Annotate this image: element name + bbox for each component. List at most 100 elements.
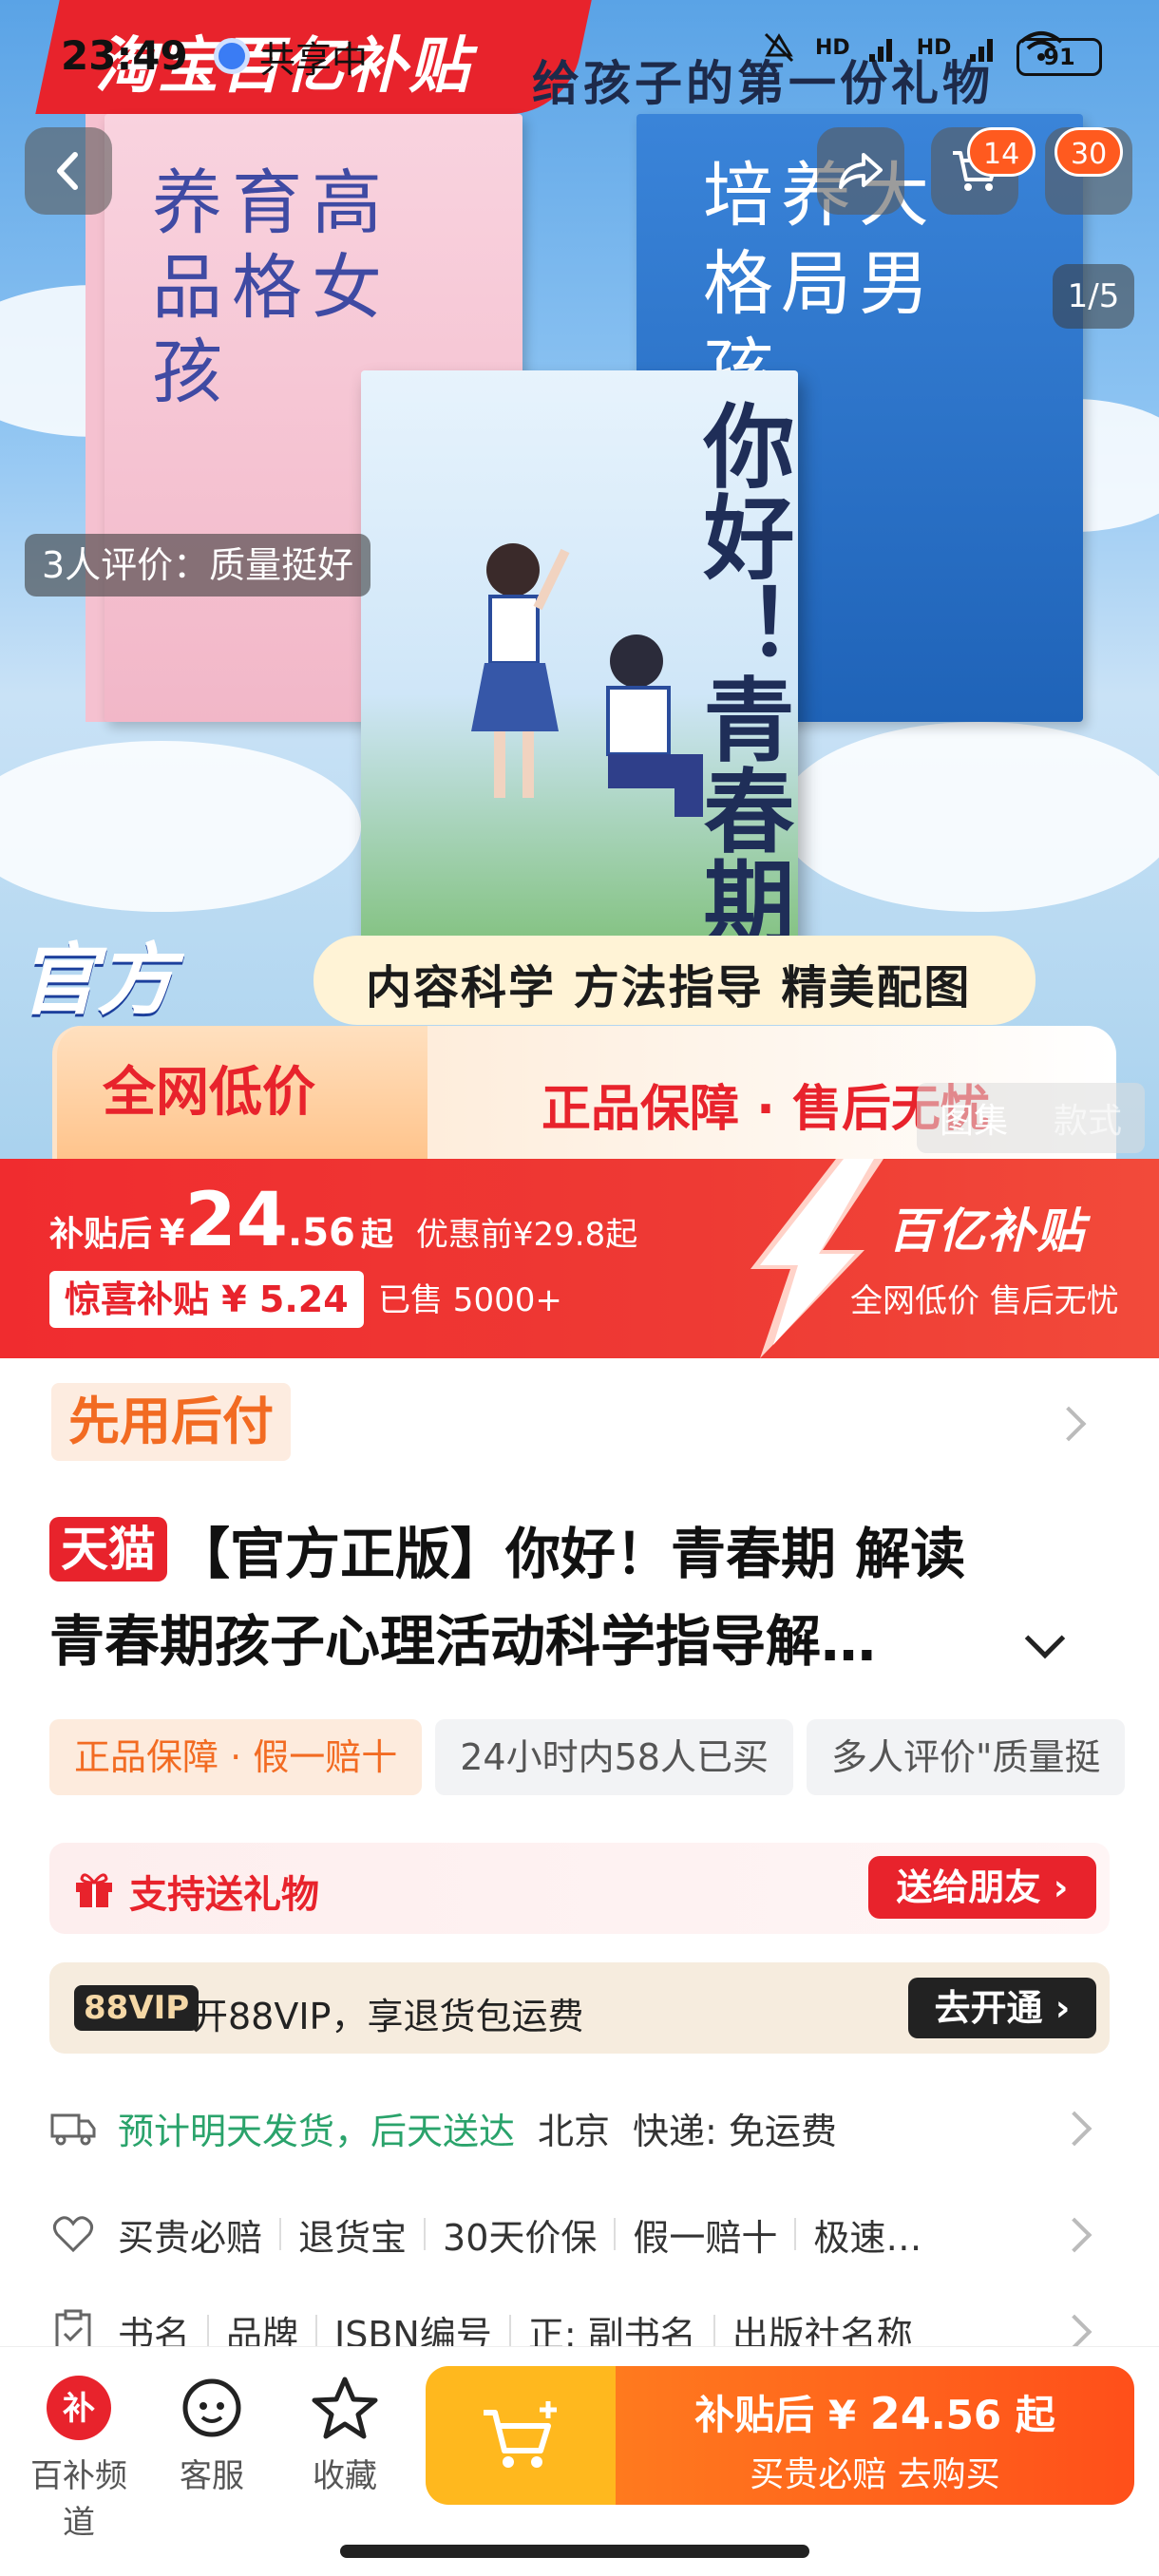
ship-city: 北京 <box>538 2110 611 2152</box>
brand-subtitle: 全网低价 售后无忧 <box>850 1282 1119 1320</box>
tag-authentic: 正品保障 · 假一赔十 <box>49 1719 423 1795</box>
tab-style[interactable]: 款式 <box>1054 1093 1122 1143</box>
home-indicator[interactable] <box>340 2545 809 2558</box>
share-arrow-icon <box>839 153 883 189</box>
buy-now-button[interactable]: 补贴后 ¥ 24.56 起 买贵必赔 去购买 <box>616 2366 1134 2505</box>
message-count-badge: 30 <box>1054 127 1124 177</box>
vip-badge: 88VIP <box>74 1985 200 2031</box>
buy-price-decimal: .56 <box>930 2392 1002 2438</box>
bottom-action-bar: 补 百补频道 客服 收藏 补贴后 ¥ 24.56 起 买贵必赔 去购买 <box>0 2346 1159 2576</box>
truck-icon <box>50 2113 96 2146</box>
share-button[interactable] <box>817 127 904 215</box>
brand-title: 百亿补贴 <box>888 1203 1086 1259</box>
gift-icon <box>76 1873 112 1907</box>
divider <box>794 2218 797 2250</box>
add-to-cart-button[interactable] <box>426 2366 616 2505</box>
title-line-1: 【官方正版】你好！青春期 解读 <box>175 1522 966 1586</box>
price-line: 补贴后 ¥ 24 .56 起 优惠前¥29.8起 <box>49 1184 637 1258</box>
pay-later-badge[interactable]: 先用后付 <box>51 1383 291 1461</box>
product-image-carousel[interactable]: 淘宝百亿补贴 给孩子的第一份礼物 养育高品格女孩 培养大格局男孩 你好！青春期 … <box>0 0 1159 1159</box>
buy-action-text: 买贵必赔 去购买 <box>750 2455 1000 2494</box>
send-to-friend-button[interactable]: 送给朋友 › <box>868 1856 1096 1919</box>
tag-recent-buys: 24小时内58人已买 <box>435 1719 793 1795</box>
buy-price-suffix: 起 <box>1001 2392 1055 2438</box>
service-item: 退货宝 <box>298 2216 408 2259</box>
price-suffix: 起 <box>360 1216 393 1254</box>
gift-text: 支持送礼物 <box>129 1873 319 1917</box>
status-time: 23:49 <box>61 32 188 79</box>
vip-row[interactable]: 88VIP 开88VIP，享退货包运费 去开通 › <box>49 1962 1110 2054</box>
subsidy-channel-icon: 补 <box>47 2376 111 2440</box>
divider <box>712 2315 715 2347</box>
tab-gallery[interactable]: 图集 <box>940 1093 1008 1143</box>
add-cart-icon <box>484 2401 557 2468</box>
cloud-decor <box>779 722 1159 912</box>
nav-label: 百补频道 <box>30 2457 127 2542</box>
divider <box>424 2218 427 2250</box>
gift-row[interactable]: 支持送礼物 送给朋友 › <box>49 1843 1110 1934</box>
service-row[interactable]: 买贵必赔 退货宝 30天价保 假一赔十 极速… <box>49 2196 1110 2272</box>
screen-share-indicator[interactable]: 共享中 <box>214 32 404 81</box>
official-tag: 官方 <box>19 936 175 1026</box>
svg-text:补: 补 <box>63 2390 95 2428</box>
buy-price-integer: 24 <box>869 2388 931 2439</box>
delivery-estimate: 预计明天发货，后天送达 <box>118 2110 516 2152</box>
battery-indicator: 91 <box>1016 38 1102 76</box>
signal-icon <box>868 39 892 62</box>
price-banner: 补贴后 ¥ 24 .56 起 优惠前¥29.8起 惊喜补贴 ¥ 5.24 已售 … <box>0 1159 1159 1358</box>
review-summary-pill[interactable]: 3人评价：质量挺好 <box>25 534 371 597</box>
chevron-right-icon[interactable] <box>1051 1406 1087 1442</box>
nav-favorite[interactable]: 收藏 <box>283 2374 407 2496</box>
nav-label: 收藏 <box>313 2457 377 2495</box>
share-icon <box>214 38 250 74</box>
tmall-badge: 天猫 <box>49 1517 167 1582</box>
price-prefix: 补贴后 <box>49 1215 153 1254</box>
divider <box>614 2218 617 2250</box>
cloud-decor <box>0 741 361 912</box>
lightning-bolt-icon <box>750 1159 884 1358</box>
heart-icon <box>52 2216 94 2253</box>
share-status-text: 共享中 <box>259 38 369 81</box>
service-item: 假一赔十 <box>633 2216 778 2259</box>
signal-icon <box>970 39 994 62</box>
divider <box>207 2315 210 2347</box>
girl-illustration <box>471 543 570 798</box>
image-pager: 1/5 <box>1053 264 1134 329</box>
service-item: 极速… <box>813 2216 922 2259</box>
price-decimal: .56 <box>288 1211 355 1255</box>
gallery-tabs: 图集 款式 <box>917 1083 1145 1153</box>
buy-price-line: 补贴后 ¥ 24.56 起 <box>616 2383 1134 2441</box>
product-detail-page: 淘宝百亿补贴 给孩子的第一份礼物 养育高品格女孩 培养大格局男孩 你好！青春期 … <box>0 0 1159 2576</box>
buy-button-group: 补贴后 ¥ 24.56 起 买贵必赔 去购买 <box>426 2366 1134 2505</box>
nav-subsidy-channel[interactable]: 补 百补频道 <box>17 2374 141 2543</box>
product-info: 先用后付 天猫 【官方正版】你好！青春期 解读 青春期孩子心理活动科学指导解… 正… <box>0 1358 1159 2356</box>
courier-fee: 快递: 免运费 <box>633 2110 837 2152</box>
star-icon <box>312 2377 378 2439</box>
chevron-left-icon <box>57 152 78 190</box>
divider <box>279 2218 282 2250</box>
vip-text: 开88VIP，享退货包运费 <box>192 1996 584 2037</box>
title-line-2: 青春期孩子心理活动科学指导解… <box>49 1609 877 1674</box>
sold-count: 已售 5000+ <box>378 1281 562 1319</box>
nav-label: 客服 <box>180 2457 244 2495</box>
signal-hd-label: HD <box>916 35 952 60</box>
mute-icon <box>764 32 794 63</box>
highlight-tags: 正品保障 · 假一赔十 24小时内58人已买 多人评价"质量挺 <box>49 1719 1126 1795</box>
divider <box>315 2315 318 2347</box>
features-text: 内容科学 方法指导 精美配图 <box>366 961 972 1014</box>
back-button[interactable] <box>25 127 112 215</box>
tag-reviews: 多人评价"质量挺 <box>806 1719 1126 1795</box>
product-title[interactable]: 天猫 【官方正版】你好！青春期 解读 青春期孩子心理活动科学指导解… <box>49 1510 1113 1685</box>
service-item: 买贵必赔 <box>118 2216 263 2259</box>
service-item: 30天价保 <box>443 2216 598 2259</box>
price-integer: 24 <box>184 1178 289 1263</box>
currency-symbol: ¥ <box>160 1212 185 1254</box>
buy-price-prefix: 补贴后 ¥ <box>694 2392 870 2438</box>
cart-count-badge: 14 <box>967 127 1036 177</box>
nav-customer-service[interactable]: 客服 <box>150 2374 274 2496</box>
signal-hd-label: HD <box>815 35 850 60</box>
shipping-row[interactable]: 预计明天发货，后天送达 北京 快递: 免运费 <box>49 2090 1110 2166</box>
subsidy-chip: 惊喜补贴 ¥ 5.24 <box>49 1271 364 1328</box>
vip-activate-button[interactable]: 去开通 › <box>908 1978 1096 2038</box>
low-price-text: 全网低价 <box>103 1062 315 1124</box>
